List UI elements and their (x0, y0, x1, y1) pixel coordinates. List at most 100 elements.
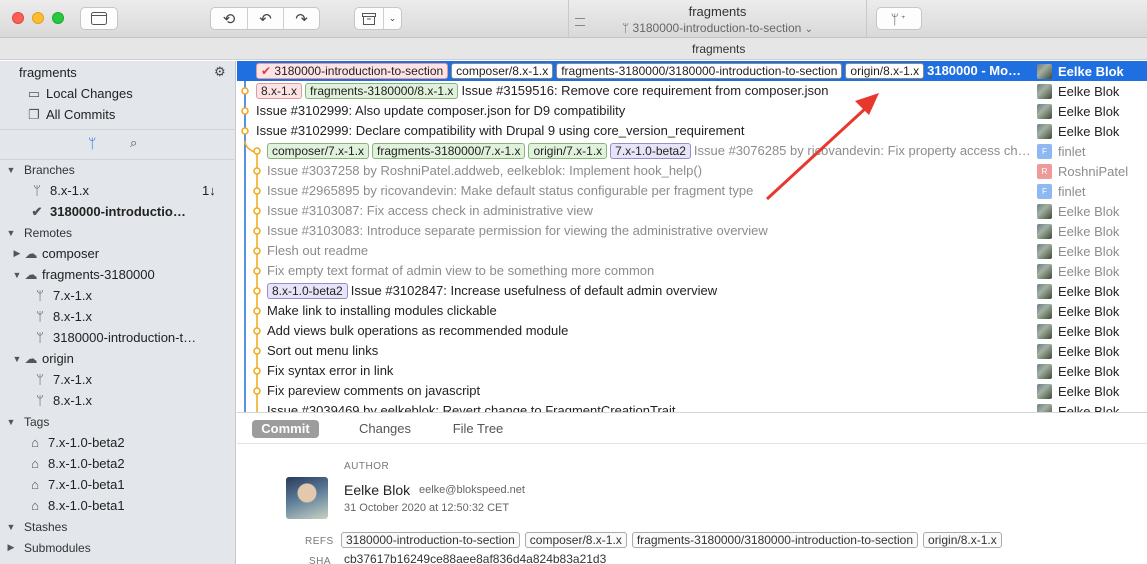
avatar (1037, 343, 1052, 359)
commit-author-cell: Eelke Blok (1037, 121, 1147, 141)
repo-header[interactable]: fragments ⚙ (0, 62, 236, 83)
commit-row[interactable]: Issue #3103083: Introduce separate permi… (237, 221, 1147, 241)
branch-icon: ᛘ (36, 288, 44, 303)
ref-tag-current[interactable]: ✔ 3180000-introduction-to-section (256, 63, 449, 79)
sidebar-item-tag[interactable]: ⌂ 8.x-1.0-beta2 (0, 453, 236, 474)
commit-row[interactable]: Issue #3103087: Fix access check in admi… (237, 201, 1147, 221)
gear-icon[interactable]: ⚙ (214, 64, 226, 80)
commit-row[interactable]: Sort out menu links Eelke Blok (237, 341, 1147, 361)
commit-row[interactable]: ✔ 3180000-introduction-to-section compose… (237, 61, 1147, 81)
commit-row[interactable]: Issue #3039469 by eelkeblok: Revert chan… (237, 401, 1147, 412)
ref-tag[interactable]: composer/8.x-1.x (451, 63, 554, 79)
commit-list[interactable]: ✔ 3180000-introduction-to-section compose… (237, 61, 1147, 412)
author-name: Eelke Blok (1058, 383, 1120, 399)
sidebar-item-tag[interactable]: ⌂ 7.x-1.0-beta2 (0, 432, 236, 453)
commit-message: Issue #3103087: Fix access check in admi… (267, 203, 593, 218)
commit-row[interactable]: Issue #3102999: Also update composer.jso… (237, 101, 1147, 121)
sidebar-item-branch-current[interactable]: ✔ 3180000-introductio… (0, 201, 236, 222)
commit-author-cell: Eelke Blok (1037, 381, 1147, 401)
avatar (1037, 283, 1052, 299)
commit-row[interactable]: 8.x-1.x fragments-3180000/8.x-1.x Issue #3… (237, 81, 1147, 101)
minimize-window-button[interactable] (32, 12, 44, 24)
author-name: Eelke Blok (1058, 123, 1120, 139)
commit-date: 31 October 2020 at 12:50:32 CET (344, 502, 510, 514)
author-name: RoshniPatel (1058, 163, 1129, 179)
author-name: Eelke Blok (1058, 363, 1120, 379)
commit-row[interactable]: Issue #3102999: Declare compatibility wi… (237, 121, 1147, 141)
commit-row[interactable]: Make link to installing modules clickabl… (237, 301, 1147, 321)
sidebar-item-remote[interactable]: ▼ ☁ origin (0, 348, 236, 369)
commit-row[interactable]: Fix empty text format of admin view to b… (237, 261, 1147, 281)
commit-row[interactable]: Issue #2965895 by ricovandevin: Make def… (237, 181, 1147, 201)
avatar (1037, 83, 1052, 99)
stash-group: ⌄ (354, 7, 402, 30)
ref-chip[interactable]: origin/8.x-1.x (923, 532, 1002, 548)
sidebar-item-remote[interactable]: ▶ ☁ composer (0, 243, 236, 264)
commit-row[interactable]: 8.x-1.0-beta2 Issue #3102847: Increase us… (237, 281, 1147, 301)
ref-tag[interactable]: 8.x-1.x (256, 83, 303, 99)
fetch-button[interactable]: ⟲ (211, 8, 247, 29)
sidebar-item-remote-branch[interactable]: ᛘ 8.x-1.x (0, 390, 236, 411)
ref-tag[interactable]: fragments-3180000/7.x-1.x (372, 143, 526, 159)
commit-row[interactable]: composer/7.x-1.x fragments-3180000/7.x-1.… (237, 141, 1147, 161)
stash-menu-button[interactable]: ⌄ (383, 8, 401, 29)
commit-row[interactable]: Add views bulk operations as recommended… (237, 321, 1147, 341)
all-commits-label: All Commits (46, 107, 116, 122)
author-email[interactable]: eelke@blokspeed.net (419, 484, 525, 496)
remotes-section[interactable]: ▼ Remotes (0, 222, 236, 243)
zoom-window-button[interactable] (52, 12, 64, 24)
commit-row[interactable]: Flesh out readme Eelke Blok (237, 241, 1147, 261)
push-button[interactable]: ↷ (283, 8, 319, 29)
stashes-section[interactable]: ▼ Stashes (0, 516, 236, 537)
ref-tag[interactable]: 7.x-1.0-beta2 (610, 143, 691, 159)
tab-commit[interactable]: Commit (252, 420, 319, 438)
repo-title-box: fragments ᛘ 3180000-introduction-to-sect… (568, 0, 867, 38)
commit-row[interactable]: Fix syntax error in link Eelke Blok (237, 361, 1147, 381)
commit-message: Fix pareview comments on javascript (267, 383, 481, 398)
branches-filter-icon[interactable]: ᛘ (88, 135, 96, 151)
sidebar-item-remote-branch[interactable]: ᛘ 8.x-1.x (0, 306, 236, 327)
ref-tag[interactable]: 8.x-1.0-beta2 (267, 283, 348, 299)
sidebar-item-remote-branch[interactable]: ᛘ 7.x-1.x (0, 285, 236, 306)
sidebar-item-tag[interactable]: ⌂ 7.x-1.0-beta1 (0, 474, 236, 495)
ref-tag[interactable]: composer/7.x-1.x (267, 143, 370, 159)
sidebar-item-remote[interactable]: ▼ ☁ fragments-3180000 (0, 264, 236, 285)
sidebar-item-tag[interactable]: ⌂ 8.x-1.0-beta1 (0, 495, 236, 516)
tag-name: 8.x-1.0-beta2 (48, 456, 125, 471)
all-commits-item[interactable]: ❐ All Commits (0, 104, 236, 125)
branch-action-button[interactable]: ᛘ⁺ (876, 7, 922, 30)
stash-button[interactable] (355, 8, 383, 29)
ref-chip[interactable]: fragments-3180000/3180000-introduction-t… (631, 532, 919, 548)
author-name: Eelke Blok (1058, 303, 1120, 319)
tab-changes[interactable]: Changes (350, 420, 420, 438)
submodules-section[interactable]: ▶ Submodules (0, 537, 236, 558)
local-changes-item[interactable]: ▭ Local Changes (0, 83, 236, 104)
commit-row[interactable]: Fix pareview comments on javascript Eelke… (237, 381, 1147, 401)
refs-list: 3180000-introduction-to-section composer/… (341, 532, 1007, 548)
commit-author-cell: Eelke Blok (1037, 201, 1147, 221)
ref-tag[interactable]: fragments-3180000/8.x-1.x (305, 83, 459, 99)
commit-author-cell: Eelke Blok (1037, 261, 1147, 281)
ref-chip[interactable]: 3180000-introduction-to-section (341, 532, 520, 548)
tab-file-tree[interactable]: File Tree (445, 420, 511, 438)
ref-tag[interactable]: origin/7.x-1.x (528, 143, 608, 159)
sidebar-item-remote-branch[interactable]: ᛘ 3180000-introduction-t… (0, 327, 236, 348)
branch-selector[interactable]: ᛘ 3180000-introduction-to-section ⌄ (569, 21, 866, 35)
branches-section[interactable]: ▼ Branches (0, 159, 236, 180)
pull-button[interactable]: ↶ (247, 8, 283, 29)
ref-chip[interactable]: composer/8.x-1.x (524, 532, 627, 548)
commit-row[interactable]: Issue #3037258 by RoshniPatel.addweb, ee… (237, 161, 1147, 181)
close-window-button[interactable] (12, 12, 24, 24)
commit-author-cell: Eelke Blok (1037, 241, 1147, 261)
behind-count: 1↓ (202, 183, 216, 198)
author-name: Eelke Blok (1058, 343, 1120, 359)
search-icon[interactable]: ⌕ (130, 135, 137, 151)
sidebar-item-remote-branch[interactable]: ᛘ 7.x-1.x (0, 369, 236, 390)
sidebar-item-branch[interactable]: ᛘ 8.x-1.x 1↓ (0, 180, 236, 201)
toggle-sidebar-button[interactable] (80, 7, 118, 30)
avatar: R (1037, 163, 1052, 179)
commit-sha[interactable]: cb37617b16249ce88aee8af836d4a824b83a21d3 (344, 552, 606, 564)
checkmark-icon: ✔ (31, 203, 43, 219)
tags-section[interactable]: ▼ Tags (0, 411, 236, 432)
annotation-arrow (765, 93, 879, 201)
